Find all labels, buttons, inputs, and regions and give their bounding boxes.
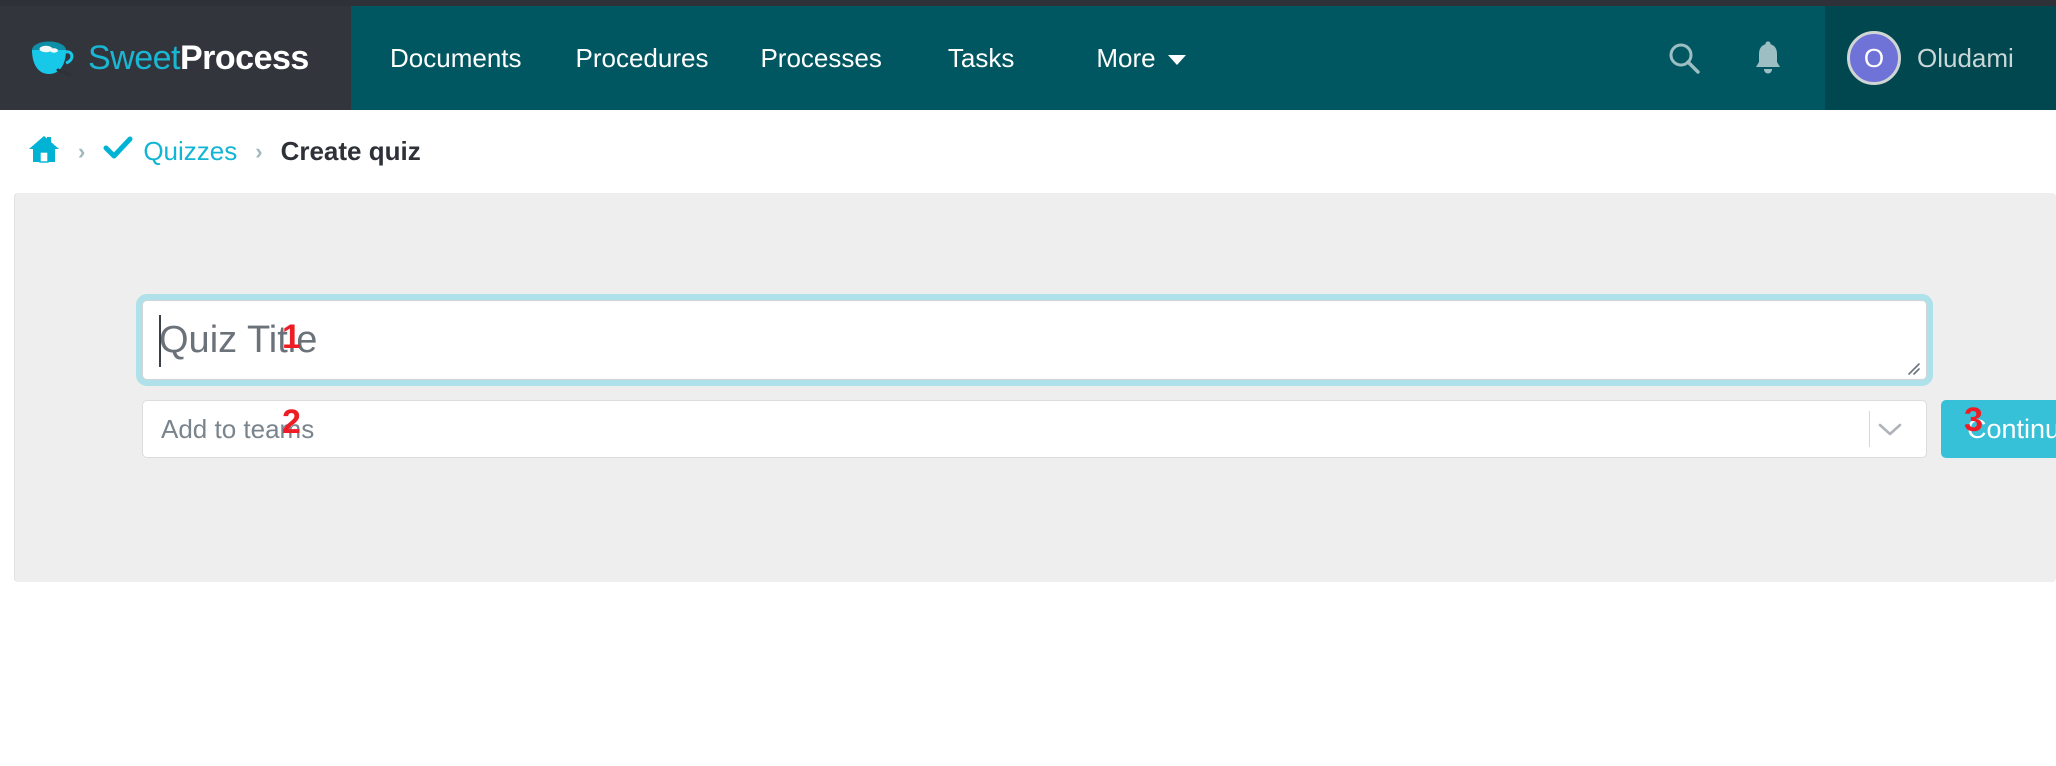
check-icon	[103, 136, 133, 167]
brand-panel[interactable]: SweetProcess	[0, 6, 351, 110]
breadcrumb-item-quizzes[interactable]: Quizzes	[103, 136, 237, 167]
create-quiz-panel: Add to teams Continue 1 2 3	[14, 193, 2056, 582]
navbar-icon-group	[1665, 6, 1825, 110]
teams-and-continue-row: Add to teams Continue	[142, 400, 2056, 458]
continue-button[interactable]: Continue	[1941, 400, 2056, 458]
chevron-down-icon	[1167, 55, 1186, 65]
home-icon[interactable]	[28, 134, 60, 169]
nav-item-procedures[interactable]: Procedures	[576, 6, 709, 110]
nav-item-more-label: More	[1096, 42, 1156, 73]
search-icon[interactable]	[1665, 39, 1703, 77]
brand-name-bold: Process	[180, 38, 309, 77]
add-to-teams-select[interactable]: Add to teams	[142, 400, 1927, 458]
breadcrumb-separator-2: ›	[255, 138, 263, 164]
breadcrumb-item-quizzes-label: Quizzes	[143, 136, 238, 166]
notifications-bell-icon[interactable]	[1749, 39, 1787, 77]
nav-item-tasks[interactable]: Tasks	[948, 6, 1014, 110]
nav-item-processes[interactable]: Processes	[760, 6, 881, 110]
user-name-label: Oludami	[1917, 42, 2014, 73]
brand-name-light: Sweet	[88, 38, 181, 77]
nav-item-documents[interactable]: Documents	[390, 6, 522, 110]
nav-item-more[interactable]: More	[1096, 6, 1186, 110]
annotation-marker-1: 1	[282, 318, 301, 356]
quiz-title-field[interactable]	[136, 294, 1933, 386]
text-caret	[159, 315, 161, 367]
sweetprocess-logo[interactable]: SweetProcess	[30, 38, 309, 78]
coffee-cup-icon	[30, 38, 76, 78]
user-menu[interactable]: O Oludami	[1825, 6, 2056, 110]
breadcrumb: › Quizzes › Create quiz	[0, 110, 2056, 193]
main-navbar: SweetProcess Documents Procedures Proces…	[0, 6, 2056, 110]
annotation-marker-3: 3	[1964, 401, 1983, 439]
chevron-down-icon[interactable]	[1870, 401, 1910, 457]
avatar: O	[1847, 31, 1901, 85]
breadcrumb-current-page: Create quiz	[280, 136, 421, 166]
quiz-title-field-wrapper	[136, 294, 1933, 386]
navbar-spacer	[1186, 6, 1665, 110]
annotation-marker-2: 2	[282, 403, 301, 441]
primary-nav: Documents Procedures Processes Tasks Mor…	[351, 6, 1186, 110]
brand-wordmark: SweetProcess	[88, 39, 309, 78]
create-quiz-form: Add to teams Continue	[136, 294, 2056, 458]
breadcrumb-separator-1: ›	[78, 138, 86, 164]
